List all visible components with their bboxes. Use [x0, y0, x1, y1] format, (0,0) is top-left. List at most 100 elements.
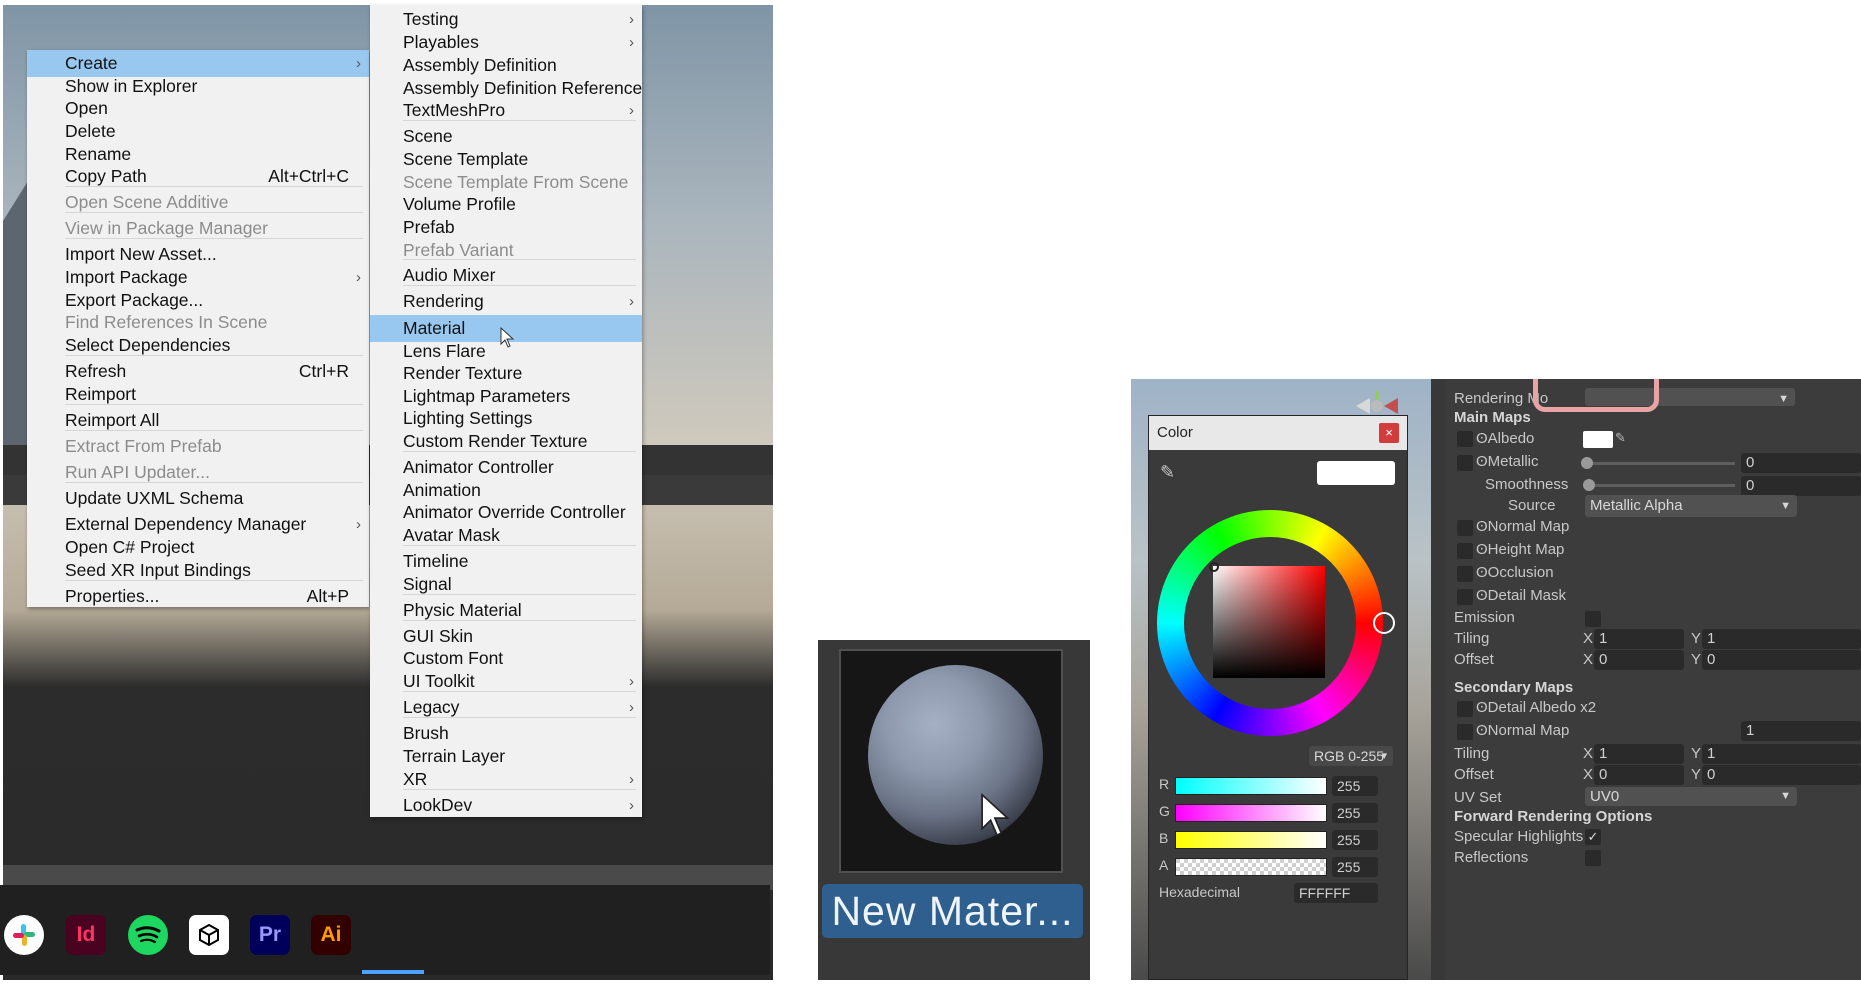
illustrator-icon[interactable]: Ai — [311, 915, 351, 955]
color-mode-dropdown[interactable]: RGB 0-255 ▾ — [1309, 746, 1393, 766]
channel-b-field[interactable]: 255 — [1332, 830, 1378, 850]
normal-map-label: ʘNormal Map — [1476, 518, 1570, 535]
channel-g-slider[interactable] — [1175, 804, 1327, 822]
detail-albedo-slot[interactable] — [1457, 701, 1473, 717]
tiling-x-label: X — [1583, 630, 1594, 647]
channel-a-field[interactable]: 255 — [1332, 857, 1378, 877]
menu-item-label: Timeline — [403, 551, 469, 571]
specular-highlights-checkbox[interactable]: ✓ — [1585, 829, 1601, 845]
menu-shortcut: Alt+Ctrl+C — [268, 166, 349, 186]
create-item-rendering[interactable]: Rendering › — [370, 288, 642, 315]
source-dropdown[interactable]: Metallic Alpha ▼ — [1585, 495, 1797, 517]
menu-item-label: Custom Render Texture — [403, 431, 588, 451]
sv-picker-handle[interactable] — [1209, 562, 1219, 572]
saturation-value-square[interactable] — [1213, 566, 1325, 678]
tiling2-y-field[interactable]: 1 — [1702, 744, 1861, 764]
hexadecimal-field[interactable]: FFFFFF — [1294, 883, 1378, 903]
tiling-x-field[interactable]: 1 — [1594, 629, 1684, 649]
metallic-slider[interactable] — [1587, 462, 1735, 465]
occlusion-slot[interactable] — [1457, 566, 1473, 582]
menu-item-select-dependencies[interactable]: Select Dependencies — [27, 332, 369, 359]
channel-r-slider[interactable] — [1175, 777, 1327, 795]
create-item-physic-material[interactable]: Physic Material — [370, 597, 642, 624]
smoothness-slider[interactable] — [1587, 484, 1735, 487]
menu-item-extract-from-prefab: Extract From Prefab — [27, 433, 369, 460]
current-color-swatch[interactable] — [1317, 461, 1395, 485]
reflections-checkbox[interactable] — [1585, 850, 1601, 866]
secondary-normal-map-label: ʘNormal Map — [1476, 722, 1570, 739]
premiere-icon[interactable]: Pr — [250, 915, 290, 955]
spotify-icon[interactable] — [128, 915, 168, 955]
height-map-slot[interactable] — [1457, 543, 1473, 559]
detail-albedo-label: ʘDetail Albedo x2 — [1476, 699, 1597, 716]
uv-set-dropdown[interactable]: UV0 ▼ — [1585, 787, 1797, 806]
hue-picker-handle[interactable] — [1373, 612, 1395, 634]
offset-y-field[interactable]: 0 — [1702, 650, 1861, 670]
channel-r-label: R — [1159, 776, 1170, 792]
metallic-label: ʘMetallic — [1476, 453, 1539, 470]
normal-map-slot[interactable] — [1457, 520, 1473, 536]
close-button[interactable]: × — [1379, 423, 1399, 443]
tiling2-y-label: Y — [1691, 745, 1702, 762]
create-item-signal[interactable]: Signal — [370, 571, 642, 598]
menu-item-label: Volume Profile — [403, 194, 516, 214]
create-item-prefab-variant: Prefab Variant — [370, 237, 642, 264]
menu-item-reimport-all[interactable]: Reimport All — [27, 407, 369, 434]
menu-item-label: Animator Controller — [403, 457, 554, 477]
app-icon-label: Id — [76, 923, 96, 946]
smoothness-slider-handle[interactable] — [1583, 479, 1595, 491]
detail-mask-slot[interactable] — [1457, 589, 1473, 605]
color-picker-titlebar[interactable]: Color — [1149, 416, 1407, 450]
indesign-icon[interactable]: Id — [66, 915, 106, 955]
create-item-ui-toolkit[interactable]: UI Toolkit › — [370, 668, 642, 695]
eyedropper-icon[interactable]: ✎ — [1160, 462, 1175, 483]
uv-set-value: UV0 — [1590, 788, 1620, 805]
menu-item-seed-xr-input-bindings[interactable]: Seed XR Input Bindings — [27, 557, 369, 584]
create-item-legacy[interactable]: Legacy › — [370, 694, 642, 721]
create-item-textmeshpro[interactable]: TextMeshPro › — [370, 97, 642, 124]
tiling2-x-field[interactable]: 1 — [1594, 744, 1684, 764]
create-item-custom-render-texture[interactable]: Custom Render Texture — [370, 428, 642, 455]
tiling-y-field[interactable]: 1 — [1702, 629, 1861, 649]
create-item-avatar-mask[interactable]: Avatar Mask — [370, 522, 642, 549]
offset2-y-field[interactable]: 0 — [1702, 765, 1861, 785]
unity-icon[interactable] — [189, 915, 229, 955]
material-asset-tile[interactable]: New Mater... — [818, 640, 1090, 980]
slack-icon[interactable] — [4, 915, 44, 955]
menu-item-label: Open Scene Additive — [65, 192, 229, 212]
metallic-texture-slot[interactable] — [1457, 455, 1473, 471]
channel-g-field[interactable]: 255 — [1332, 803, 1378, 823]
albedo-color-swatch[interactable] — [1583, 431, 1613, 448]
emission-checkbox[interactable] — [1585, 611, 1601, 627]
secondary-maps-heading: Secondary Maps — [1454, 679, 1574, 696]
menu-item-label: Assembly Definition Reference — [403, 78, 643, 98]
menu-item-copy-path[interactable]: Copy Path Alt+Ctrl+C — [27, 163, 369, 190]
secondary-normal-scale-field[interactable]: 1 — [1741, 721, 1861, 741]
create-item-audio-mixer[interactable]: Audio Mixer — [370, 262, 642, 289]
menu-item-label: LookDev — [403, 795, 473, 815]
normal-map-text: Normal Map — [1487, 518, 1570, 535]
material-name-field[interactable]: New Mater... — [822, 884, 1083, 938]
secondary-normal-map-slot[interactable] — [1457, 724, 1473, 740]
eyedropper-icon[interactable]: ✎ — [1615, 430, 1631, 446]
menu-item-label: Custom Font — [403, 648, 504, 668]
metallic-slider-handle[interactable] — [1581, 457, 1593, 469]
offset-x-field[interactable]: 0 — [1594, 650, 1684, 670]
channel-r-field[interactable]: 255 — [1332, 776, 1378, 796]
menu-item-properties[interactable]: Properties... Alt+P — [27, 583, 369, 610]
metallic-value-field[interactable]: 0 — [1741, 453, 1861, 473]
create-item-xr[interactable]: XR › — [370, 766, 642, 793]
menu-item-update-uxml-schema[interactable]: Update UXML Schema — [27, 485, 369, 512]
channel-a-slider[interactable] — [1175, 858, 1327, 876]
menu-item-reimport[interactable]: Reimport — [27, 381, 369, 408]
tiling-y-label: Y — [1691, 630, 1702, 647]
menu-item-label: Render Texture — [403, 363, 523, 383]
smoothness-value-field[interactable]: 0 — [1741, 476, 1861, 496]
menu-item-label: Import New Asset... — [65, 244, 217, 264]
create-item-lookdev[interactable]: LookDev › — [370, 792, 642, 819]
create-submenu: Testing › Playables › Assembly Definition Ass… — [370, 5, 642, 817]
albedo-texture-slot[interactable] — [1457, 431, 1473, 447]
menu-item-label: Animation — [403, 480, 481, 500]
offset2-x-field[interactable]: 0 — [1594, 765, 1684, 785]
channel-b-slider[interactable] — [1175, 831, 1327, 849]
